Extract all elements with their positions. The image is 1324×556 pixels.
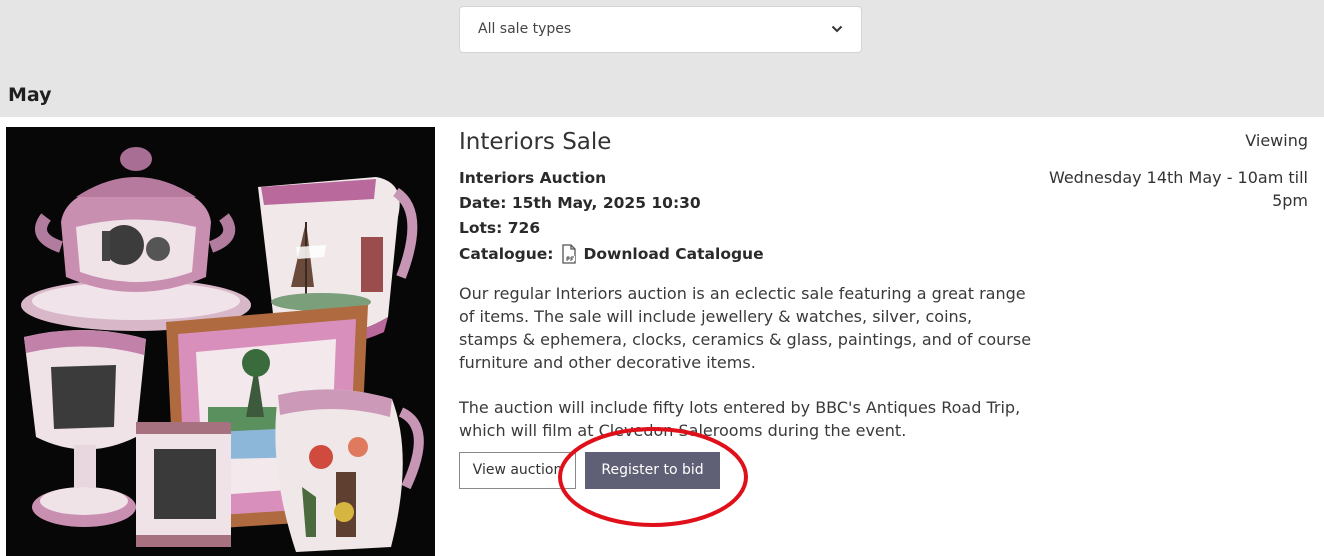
register-to-bid-button[interactable]: Register to bid — [585, 452, 720, 489]
auction-date: Date: 15th May, 2025 10:30 — [459, 194, 701, 212]
viewing-time: Wednesday 14th May - 10am till 5pm — [1048, 168, 1308, 210]
sale-note: The auction will include fifty lots ente… — [459, 398, 1021, 440]
download-catalogue-link[interactable]: Download Catalogue — [584, 245, 764, 263]
sale-title[interactable]: Interiors Sale — [459, 129, 611, 155]
sale-image[interactable] — [6, 127, 435, 556]
auction-name: Interiors Auction — [459, 169, 607, 187]
sale-type-select[interactable]: All sale types — [459, 6, 862, 53]
chevron-down-icon — [831, 25, 843, 33]
pdf-file-icon[interactable] — [560, 244, 578, 264]
catalogue-label: Catalogue: — [459, 245, 554, 263]
sale-type-selected-value: All sale types — [478, 21, 572, 37]
month-heading: May — [8, 84, 52, 106]
sale-description: Our regular Interiors auction is an ecle… — [459, 284, 1032, 372]
lustreware-photo — [6, 127, 435, 556]
view-auction-button[interactable]: View auction — [459, 452, 576, 489]
catalogue-row: Catalogue: Download Catalogue — [459, 244, 764, 264]
lot-count: Lots: 726 — [459, 219, 541, 237]
viewing-label: Viewing — [1245, 131, 1308, 150]
filter-band: All sale types May — [0, 0, 1324, 117]
